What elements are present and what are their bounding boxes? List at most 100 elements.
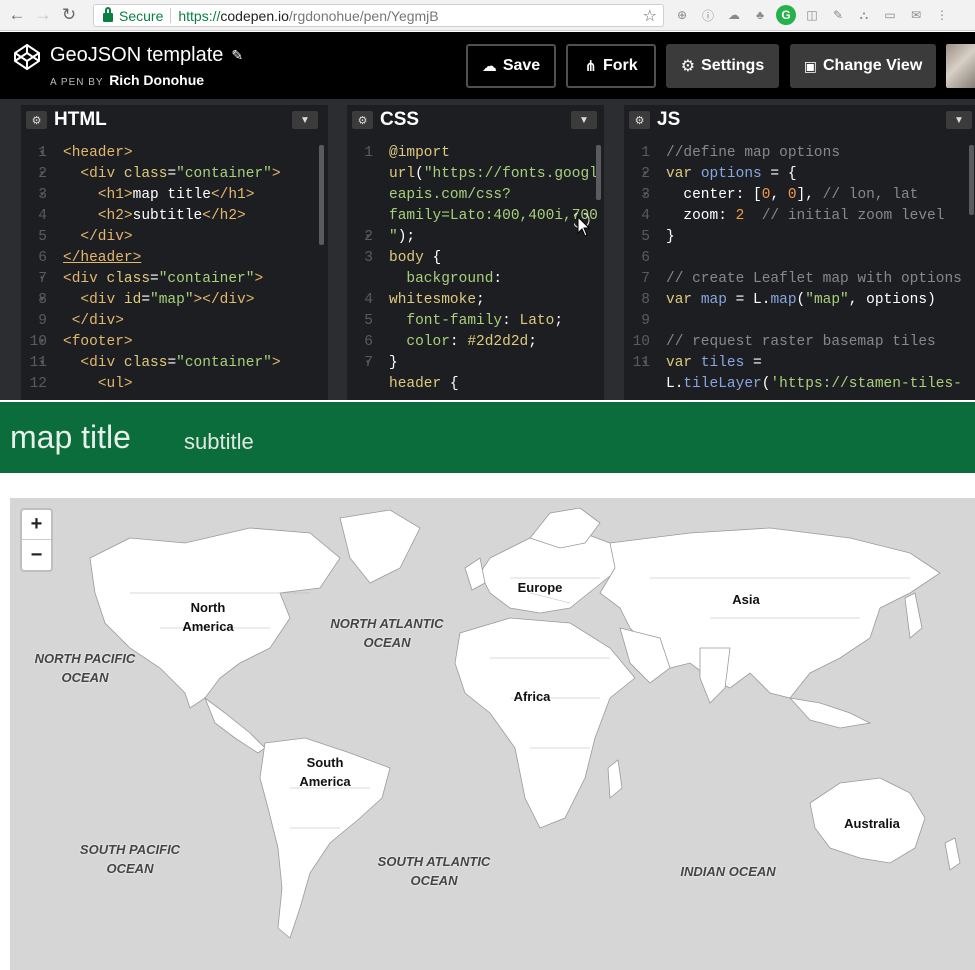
js-code-text: //define map options var options = { cent… <box>666 145 962 392</box>
avatar[interactable] <box>946 44 975 88</box>
html-editor-pane: ⚙ HTML ▼ 123456789101112 <header> <div c… <box>21 105 328 400</box>
js-line-numbers: 1234567891011 <box>624 143 664 395</box>
extension-leaf-icon[interactable]: ♣ <box>750 5 770 25</box>
js-pane-dropdown-chevron-icon[interactable]: ▼ <box>946 111 972 129</box>
js-scrollbar[interactable] <box>969 145 974 215</box>
new-zealand-landmass <box>944 837 961 871</box>
html-line-numbers: 123456789101112 <box>21 143 61 395</box>
label-europe: Europe <box>517 580 563 595</box>
pen-title-text: GeoJSON template <box>50 44 224 66</box>
japan-landmass <box>904 592 923 639</box>
label-indian-ocean: INDIAN OCEAN <box>680 864 776 879</box>
edit-pencil-icon[interactable]: ✎ <box>231 47 243 64</box>
gear-icon: ⚙ <box>680 58 696 75</box>
reload-icon[interactable]: ↻ <box>56 2 82 28</box>
extension-shield-icon[interactable]: ⛬ <box>854 5 874 25</box>
address-bar[interactable]: Secure https://codepen.io/rgdonohue/pen/… <box>93 4 664 27</box>
uk-landmass <box>464 557 486 591</box>
html-pane-title: HTML <box>54 109 107 130</box>
css-pane-title: CSS <box>380 109 420 130</box>
html-pane-dropdown-chevron-icon[interactable]: ▼ <box>292 111 318 129</box>
menu-dots-icon[interactable]: ⋮ <box>932 5 952 25</box>
label-south-america: South America <box>299 755 351 789</box>
save-button[interactable]: ☁ Save <box>466 44 556 88</box>
pen-title[interactable]: GeoJSON template ✎ <box>50 44 243 67</box>
js-settings-gear-icon[interactable]: ⚙ <box>629 111 650 129</box>
extension-info-icon[interactable]: ⓘ <box>698 5 718 25</box>
js-pane-header: ⚙ JS ▼ <box>624 105 975 135</box>
author-link[interactable]: Rich Donohue <box>109 72 204 88</box>
india-landmass <box>699 647 731 704</box>
url-host: codepen.io <box>220 7 289 24</box>
css-editor-pane: ⚙ CSS ▼ 1234567 @importurl("https://font… <box>347 105 604 400</box>
madagascar-landmass <box>607 759 623 799</box>
address-divider <box>170 8 172 23</box>
mouse-cursor-icon <box>574 213 591 237</box>
zoom-out-button[interactable]: − <box>22 540 51 570</box>
settings-label: Settings <box>701 57 765 74</box>
map-title: map title <box>10 419 131 455</box>
cloud-icon: ☁ <box>481 58 497 75</box>
zoom-control: + − <box>20 508 53 572</box>
cast-icon[interactable]: ▭ <box>880 5 900 25</box>
label-south-atlantic-ocean: SOUTH ATLANTIC OCEAN <box>377 854 491 888</box>
back-icon[interactable]: ← <box>4 2 30 28</box>
fork-button[interactable]: ⋔ Fork <box>566 44 656 88</box>
lock-icon <box>103 7 113 22</box>
css-code-editor[interactable]: 1234567 @importurl("https://fonts.google… <box>347 143 604 400</box>
extension-cloud-icon[interactable]: ☁ <box>724 5 744 25</box>
settings-button[interactable]: ⚙ Settings <box>666 44 779 88</box>
change-view-label: Change View <box>822 57 923 74</box>
js-code-editor[interactable]: 1234567891011 //define map optionsvar op… <box>624 143 975 400</box>
label-north-pacific-ocean: NORTH PACIFIC OCEAN <box>34 651 136 685</box>
fork-label: Fork <box>602 57 638 74</box>
central-america-landmass <box>204 696 266 754</box>
label-north-america: North America <box>182 600 234 634</box>
world-map-basemap <box>89 507 961 939</box>
label-north-atlantic-ocean: NORTH ATLANTIC OCEAN <box>330 616 444 650</box>
extension-doc-icon[interactable]: ◫ <box>802 5 822 25</box>
grammarly-icon[interactable]: G <box>776 5 796 25</box>
browser-toolbar: ← → ↻ Secure https://codepen.io/rgdonohu… <box>0 0 975 31</box>
bookmark-star-icon[interactable]: ☆ <box>643 6 657 26</box>
css-scrollbar[interactable] <box>596 145 601 200</box>
css-code-text: @import url("https://fonts.googl eapis.com… <box>389 145 598 392</box>
secure-label: Secure <box>119 7 164 24</box>
zoom-in-button[interactable]: + <box>22 510 51 540</box>
output-banner: map title subtitle <box>0 402 975 473</box>
html-code-text: <header> <div class="container"> <h1>map… <box>63 145 281 392</box>
codepen-logo-icon[interactable] <box>13 43 41 71</box>
save-label: Save <box>502 57 541 74</box>
html-pane-header: ⚙ HTML ▼ <box>21 105 328 135</box>
leaflet-map[interactable]: + − North America South America Europe A… <box>10 498 975 970</box>
css-line-numbers: 1234567 <box>347 143 387 374</box>
html-scrollbar[interactable] <box>319 145 324 245</box>
extension-chat-icon[interactable]: ✉ <box>906 5 926 25</box>
change-view-button[interactable]: ▣ Change View <box>790 44 936 88</box>
fork-icon: ⋔ <box>584 58 597 75</box>
forward-icon[interactable]: → <box>30 2 56 28</box>
label-south-pacific-ocean: SOUTH PACIFIC OCEAN <box>79 842 181 876</box>
html-code-editor[interactable]: 123456789101112 <header> <div class="con… <box>21 143 328 400</box>
codepen-header: GeoJSON template ✎ A PEN BY Rich Donohue… <box>0 32 975 99</box>
extension-sync-icon[interactable]: ⊕ <box>672 5 692 25</box>
africa-landmass <box>454 617 636 829</box>
extension-pen-icon[interactable]: ✎ <box>828 5 848 25</box>
layout-icon: ▣ <box>803 57 817 74</box>
pen-byline: A PEN BY Rich Donohue <box>50 72 204 88</box>
label-africa: Africa <box>513 689 551 704</box>
pen-by-label: A PEN BY <box>50 77 104 88</box>
greenland-landmass <box>339 509 421 584</box>
url-path: /rgdonohue/pen/YegmjB <box>288 7 439 24</box>
css-pane-header: ⚙ CSS ▼ <box>347 105 604 135</box>
url-scheme: https:// <box>178 7 221 24</box>
indonesia-landmass <box>788 697 872 729</box>
extension-icons: ⊕ ⓘ ☁ ♣ G ◫ ✎ ⛬ ▭ ✉ ⋮ <box>672 5 952 25</box>
css-pane-dropdown-chevron-icon[interactable]: ▼ <box>571 111 597 129</box>
editor-area: ⚙ HTML ▼ 123456789101112 <header> <div c… <box>0 99 975 400</box>
label-asia: Asia <box>732 592 760 607</box>
html-settings-gear-icon[interactable]: ⚙ <box>26 111 47 129</box>
js-pane-title: JS <box>657 109 681 130</box>
js-editor-pane: ⚙ JS ▼ 1234567891011 //define map option… <box>624 105 975 400</box>
css-settings-gear-icon[interactable]: ⚙ <box>352 111 373 129</box>
